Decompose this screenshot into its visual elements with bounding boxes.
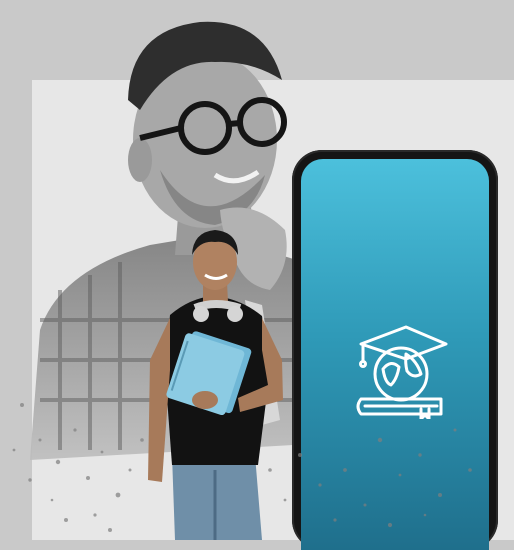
student-photo (148, 230, 283, 540)
